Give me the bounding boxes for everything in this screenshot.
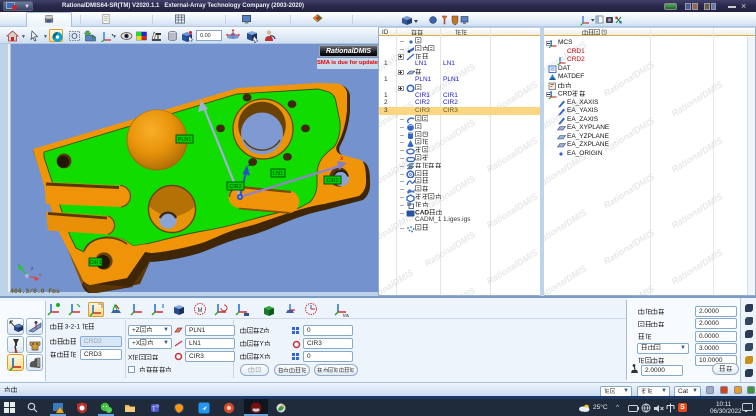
svg-text:T: T bbox=[152, 407, 156, 413]
svg-text:CIR2: CIR2 bbox=[326, 178, 338, 184]
svg-text:MM: MM bbox=[343, 313, 349, 317]
svg-text:CIR3: CIR3 bbox=[229, 184, 241, 190]
svg-text:M: M bbox=[198, 308, 203, 314]
svg-text:PLN1: PLN1 bbox=[178, 137, 192, 143]
svg-text:404.3/0.0 Fps: 404.3/0.0 Fps bbox=[10, 288, 60, 293]
svg-text:CIR1: CIR1 bbox=[89, 260, 101, 266]
svg-text:LN1: LN1 bbox=[273, 171, 283, 177]
